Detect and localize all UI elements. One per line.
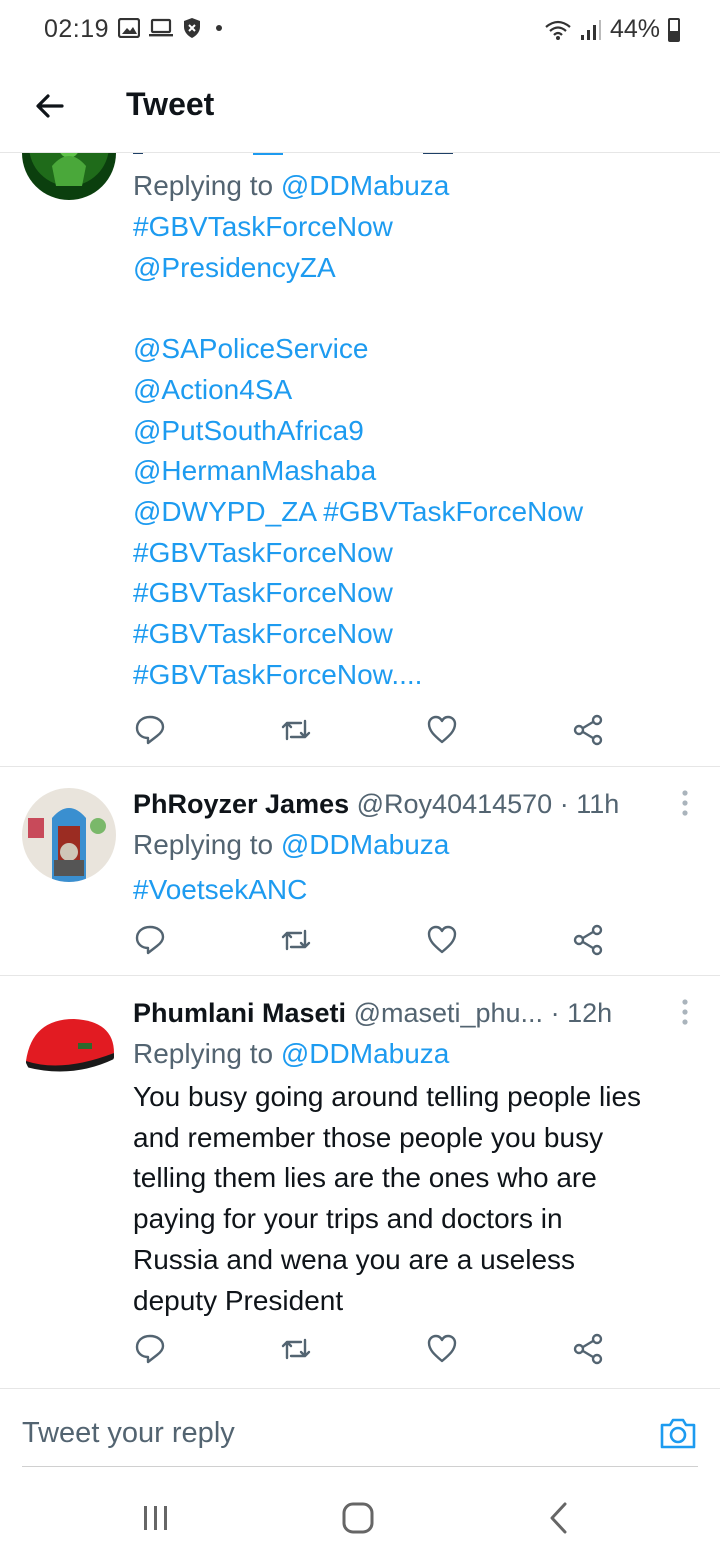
avatar[interactable]	[22, 788, 116, 882]
status-left-icons	[118, 17, 222, 39]
battery-percent: 44%	[609, 15, 660, 43]
timestamp[interactable]: 12h	[567, 998, 612, 1028]
mention-link[interactable]: @PresidencyZA	[133, 248, 690, 289]
page-title: Tweet	[126, 86, 215, 122]
camera-icon[interactable]	[658, 1413, 698, 1453]
like-heart-icon[interactable]	[425, 713, 459, 747]
reply-icon[interactable]	[133, 1332, 167, 1366]
tweet-content: Replying to @DDMabuza #GBVTaskForceNow @…	[133, 165, 690, 695]
display-name[interactable]: PhRoyzer James	[133, 789, 349, 819]
home-icon[interactable]	[338, 1500, 378, 1536]
arrow-left-icon[interactable]	[32, 88, 68, 124]
share-icon[interactable]	[571, 1332, 605, 1366]
tweet-actions	[133, 923, 613, 963]
hashtag-link[interactable]: #GBVTaskForceNow	[133, 533, 690, 574]
tweet-content: Phumlani Maseti @maseti_phu... · 12h Rep…	[133, 993, 690, 1321]
tweet-body: #GBVTaskForceNow @PresidencyZA @SAPolice…	[133, 207, 690, 695]
hashtag-link[interactable]: #VoetsekANC	[133, 866, 690, 914]
reply-feed[interactable]: Replying to @DDMabuza #GBVTaskForceNow @…	[0, 153, 720, 1388]
retweet-icon[interactable]	[279, 1332, 313, 1366]
tweet-meta: PhRoyzer James @Roy40414570 · 11h	[133, 789, 620, 819]
timestamp[interactable]: 11h	[576, 789, 619, 819]
tweet-text-line: paying for your trips and doctors in	[133, 1203, 563, 1235]
share-icon[interactable]	[571, 923, 605, 957]
tweet-body: You busy going around telling people lie…	[133, 1077, 690, 1321]
more-options-icon[interactable]	[680, 997, 690, 1027]
like-heart-icon[interactable]	[425, 923, 459, 957]
reply-input[interactable]: Tweet your reply	[22, 1417, 235, 1450]
laptop-icon	[149, 18, 173, 37]
mention-link[interactable]: @Action4SA	[133, 370, 690, 411]
tweet-text-line: telling them lies are the ones who are	[133, 1162, 597, 1194]
retweet-icon[interactable]	[279, 713, 313, 747]
like-heart-icon[interactable]	[425, 1332, 459, 1366]
replying-to: Replying to @DDMabuza	[133, 1038, 450, 1069]
notification-dot	[216, 25, 222, 31]
back-nav-icon[interactable]	[540, 1500, 580, 1536]
mention-link[interactable]: @PutSouthAfrica9	[133, 411, 690, 452]
hashtag-link[interactable]: #GBVTaskForceNow	[133, 614, 690, 655]
tweet-actions	[133, 713, 613, 753]
mention-link[interactable]: @SAPoliceService	[133, 329, 690, 370]
status-time: 02:19	[44, 15, 110, 43]
replying-to: Replying to @DDMabuza	[133, 170, 450, 201]
username[interactable]: @Roy40414570	[357, 789, 553, 819]
reply-icon[interactable]	[133, 713, 167, 747]
tweet-text-line: deputy President	[133, 1284, 344, 1316]
hashtag-link[interactable]: #GBVTaskForceNow	[133, 207, 690, 248]
avatar[interactable]	[22, 997, 116, 1091]
reply-icon[interactable]	[133, 923, 167, 957]
reply-composer[interactable]: Tweet your reply	[0, 1388, 720, 1469]
reply-mention-link[interactable]: @DDMabuza	[281, 1038, 449, 1069]
status-right-icons: 44%	[544, 15, 680, 44]
tweet-text-line: Russia and wena you are a useless	[133, 1243, 576, 1275]
replying-to: Replying to @DDMabuza	[133, 829, 450, 860]
share-icon[interactable]	[571, 713, 605, 747]
signal-icon	[580, 19, 601, 40]
retweet-icon[interactable]	[279, 923, 313, 957]
reply-mention-link[interactable]: @DDMabuza	[281, 829, 449, 860]
username[interactable]: @maseti_phu...	[354, 998, 544, 1028]
battery-icon	[668, 17, 680, 42]
recent-apps-icon[interactable]	[136, 1500, 176, 1536]
status-bar: 02:19 44%	[0, 0, 720, 60]
mention-hashtag-link[interactable]: @DWYPD_ZA #GBVTaskForceNow	[133, 492, 690, 533]
hashtag-link[interactable]: #GBVTaskForceNow	[133, 573, 690, 614]
tweet-meta: Phumlani Maseti @maseti_phu... · 12h	[133, 998, 613, 1028]
top-app-bar: Tweet	[0, 60, 720, 153]
gallery-icon	[118, 18, 140, 38]
wifi-icon	[545, 20, 571, 40]
system-nav-bar	[0, 1470, 720, 1560]
tweet-text-line: and remember those people you busy	[133, 1121, 604, 1153]
hashtag-link-truncated[interactable]: #GBVTaskForceNow....	[133, 655, 690, 696]
tweet-item[interactable]: PhRoyzer James @Roy40414570 · 11h Replyi…	[0, 766, 720, 976]
tweet-content: PhRoyzer James @Roy40414570 · 11h Replyi…	[133, 784, 690, 914]
avatar[interactable]	[22, 153, 116, 200]
tweet-body: #VoetsekANC	[133, 866, 690, 914]
shield-icon	[184, 18, 200, 38]
more-options-icon[interactable]	[680, 788, 690, 818]
clipped-header-remnant	[133, 153, 453, 155]
reply-mention-link[interactable]: @DDMabuza	[281, 170, 449, 201]
display-name[interactable]: Phumlani Maseti	[133, 998, 346, 1028]
tweet-item[interactable]: Phumlani Maseti @maseti_phu... · 12h Rep…	[0, 975, 720, 1388]
mention-link[interactable]: @HermanMashaba	[133, 451, 690, 492]
reply-input-underline	[22, 1466, 698, 1467]
tweet-item[interactable]: Replying to @DDMabuza #GBVTaskForceNow @…	[0, 153, 720, 767]
tweet-actions	[133, 1332, 613, 1372]
tweet-text-line: You busy going around telling people lie…	[133, 1081, 642, 1112]
